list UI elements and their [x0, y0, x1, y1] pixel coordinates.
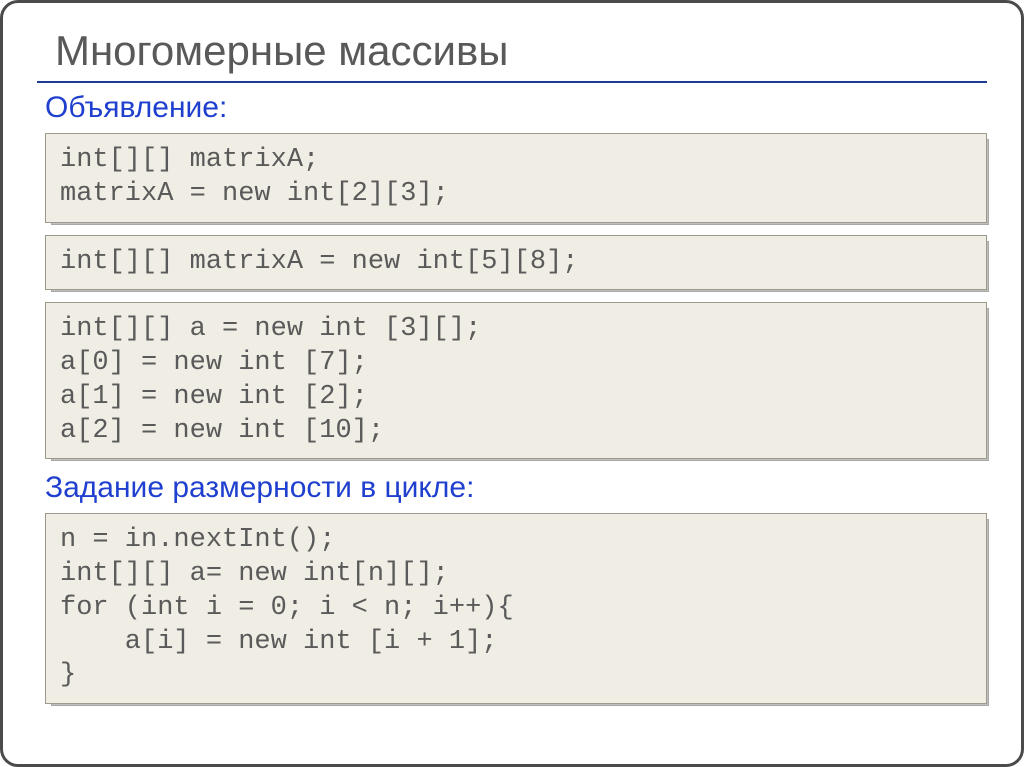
code-block-4-wrap: n = in.nextInt(); int[][] a= new int[n][… [45, 513, 987, 704]
code-block-1: int[][] matrixA; matrixA = new int[2][3]… [45, 133, 987, 223]
slide-container: Многомерные массивы Объявление: int[][] … [0, 0, 1024, 767]
code-block-2-wrap: int[][] matrixA = new int[5][8]; [45, 235, 987, 291]
section-declaration: Объявление: [45, 91, 987, 125]
title-divider [37, 81, 987, 83]
code-block-3: int[][] a = new int [3][]; a[0] = new in… [45, 302, 987, 459]
code-block-2: int[][] matrixA = new int[5][8]; [45, 235, 987, 291]
section-loop-dimension: Задание размерности в цикле: [45, 471, 987, 505]
slide-title: Многомерные массивы [55, 27, 987, 75]
code-block-3-wrap: int[][] a = new int [3][]; a[0] = new in… [45, 302, 987, 459]
code-block-4: n = in.nextInt(); int[][] a= new int[n][… [45, 513, 987, 704]
code-block-1-wrap: int[][] matrixA; matrixA = new int[2][3]… [45, 133, 987, 223]
